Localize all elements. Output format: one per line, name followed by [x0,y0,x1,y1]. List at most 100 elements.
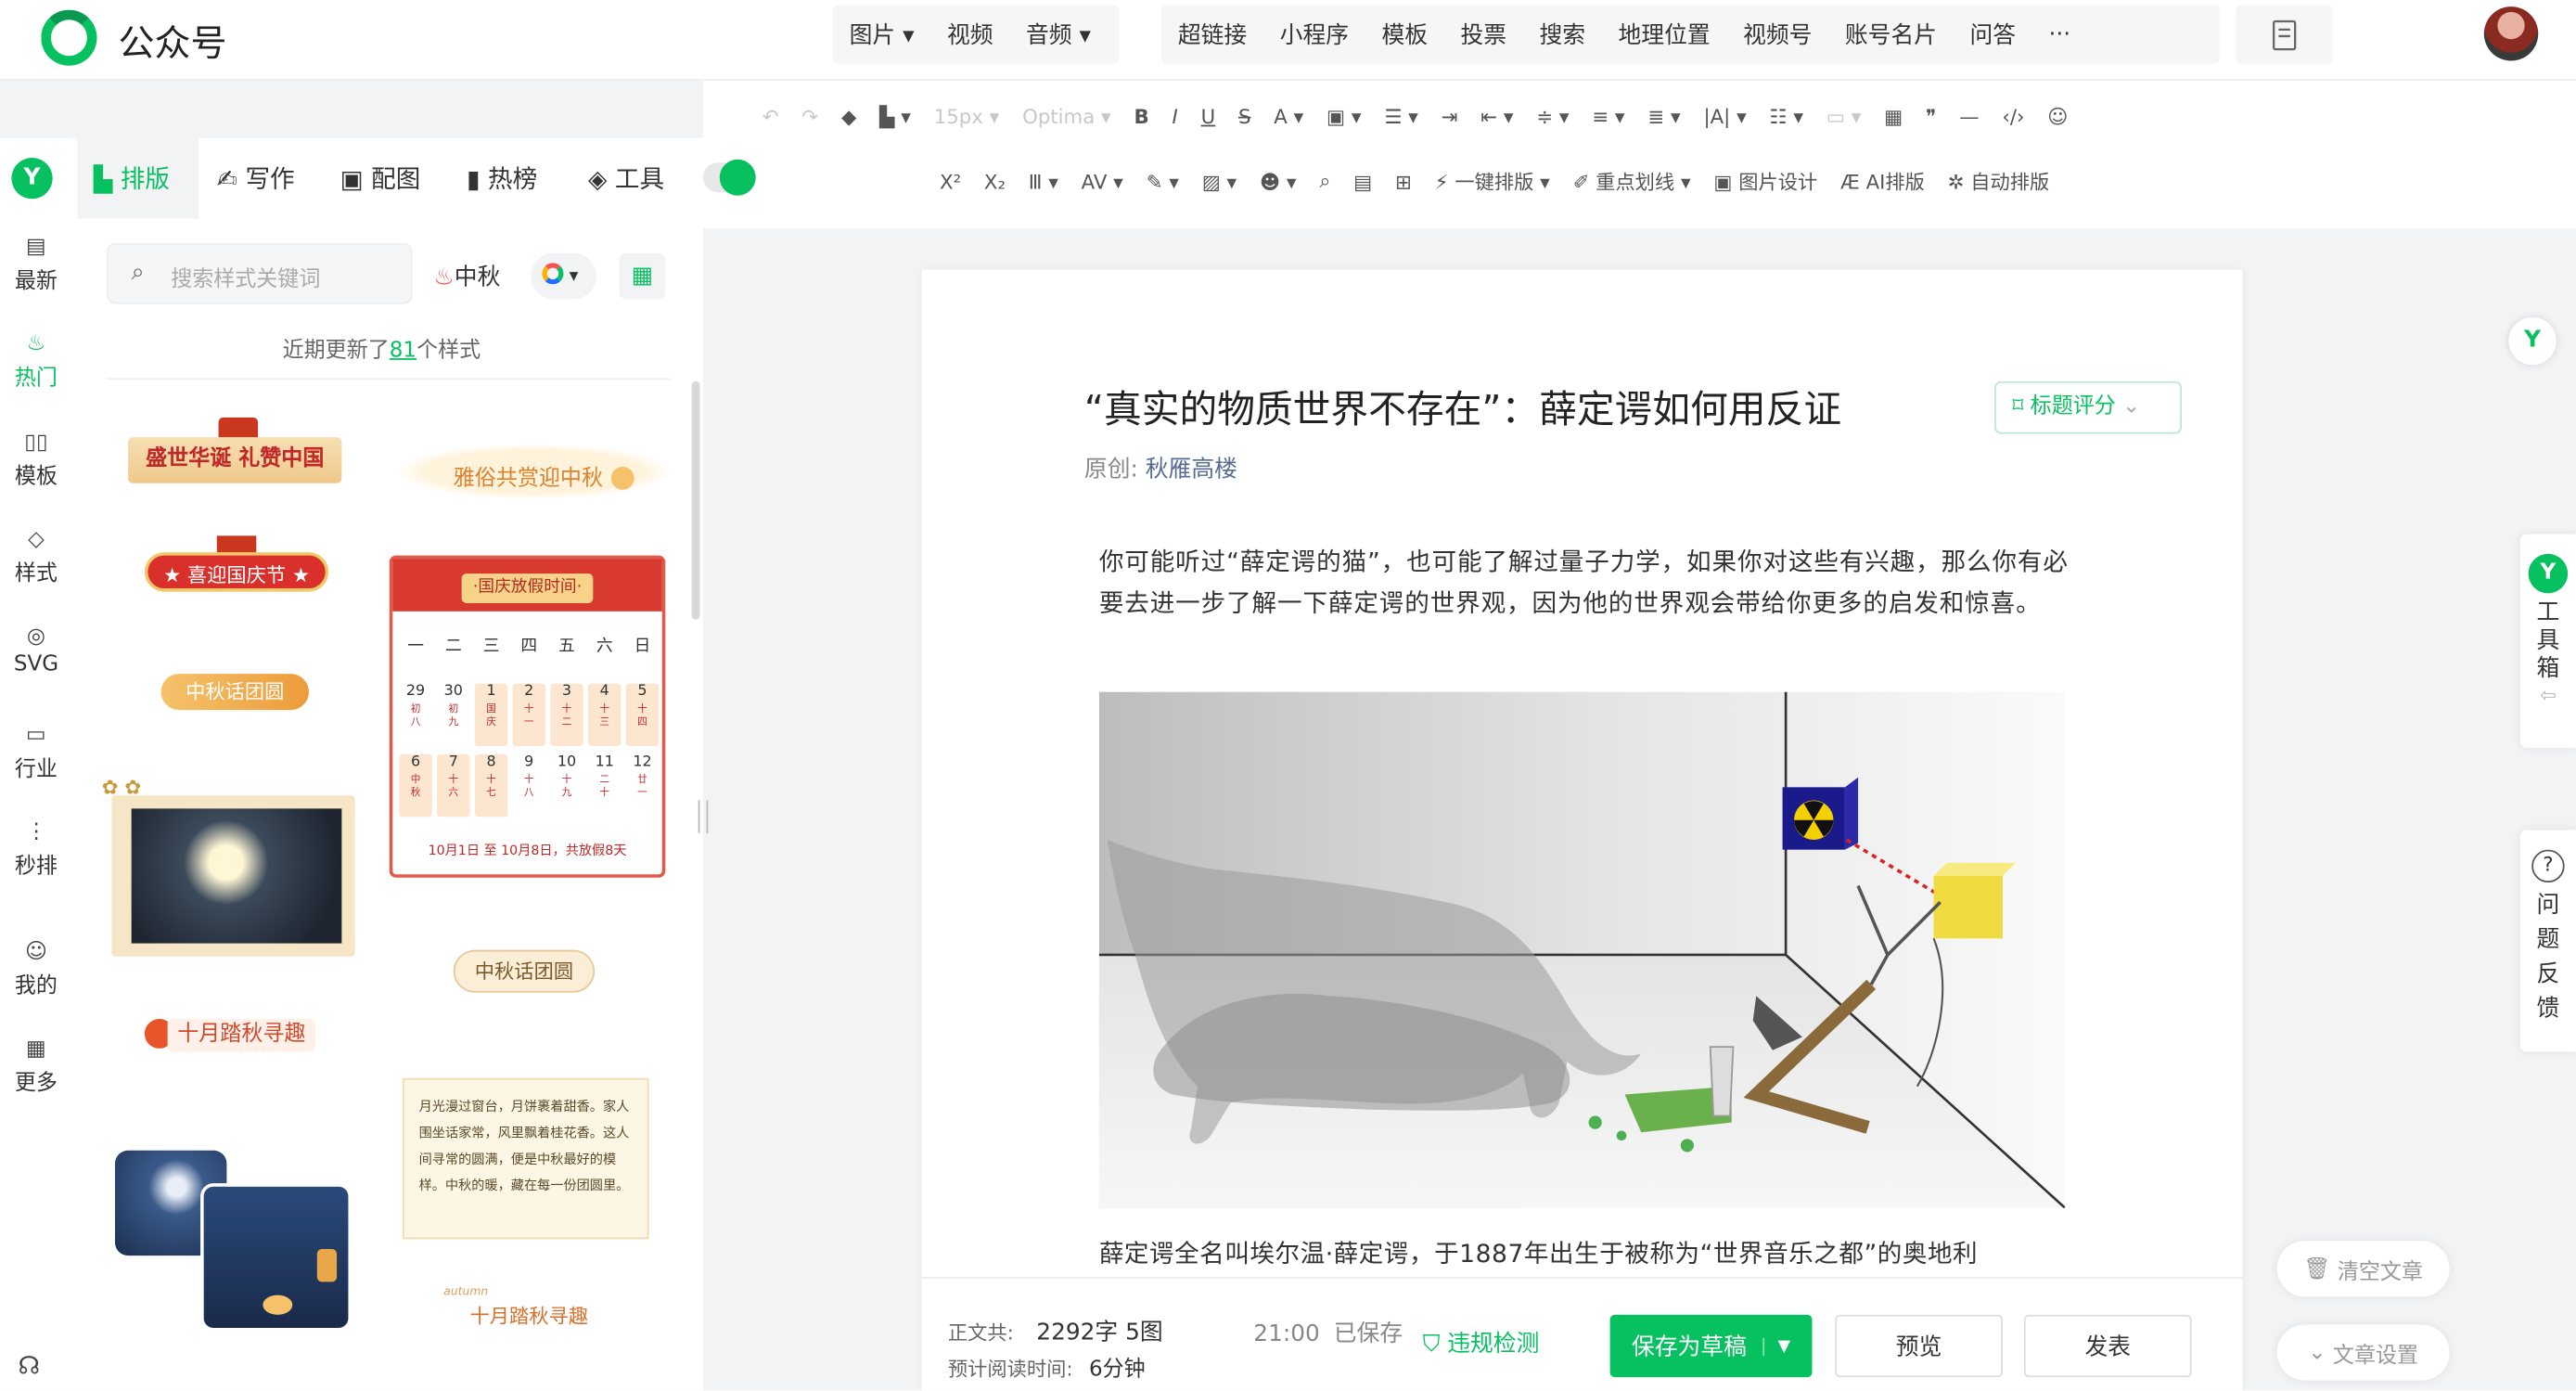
top-tool-0[interactable]: 超链接 [1161,18,1263,50]
nav-item-0[interactable]: ▤ 最新 [0,233,72,294]
image-design-button[interactable]: ▣ 图片设计 [1713,168,1817,196]
style-search-input[interactable]: ⌕ 搜索样式关键词 [107,243,413,304]
style-card-mid-autumn[interactable]: 雅俗共赏迎中秋 [378,420,682,510]
superscript-icon[interactable]: X² [940,170,961,193]
align-icon[interactable]: ☰ ▾ [1384,105,1418,128]
nav-item-4[interactable]: ◎ SVG [0,624,72,677]
image-edit-icon[interactable]: ▨ ▾ [1202,170,1237,193]
top-tool-7[interactable]: 账号名片 [1828,18,1954,50]
top-tool-3[interactable]: 投票 [1444,18,1523,50]
preview-button[interactable]: 预览 [1835,1314,2003,1378]
tab-writing[interactable]: ✍ 写作 [217,161,295,196]
top-tool-4[interactable]: 搜索 [1523,18,1602,50]
code-icon[interactable]: ‹/› [2002,105,2024,128]
nav-item-1[interactable]: ♨ 热门 [0,331,72,392]
top-tool-2[interactable]: 模板 [1365,18,1444,50]
magic-icon[interactable]: ✎ ▾ [1147,170,1179,193]
feedback-float[interactable]: ? 问题反馈 [2519,830,2576,1052]
style-card-autumn[interactable]: 十月踏秋寻趣 [141,1009,322,1058]
highlight-button[interactable]: ✐ 重点划线 ▾ [1573,168,1691,196]
format-brush-icon[interactable]: ◆ [841,105,856,128]
auto-layout-button[interactable]: ✲ 自动排版 [1948,168,2050,196]
nav-item-3[interactable]: ◇ 样式 [0,526,72,586]
style-card-moon-photo[interactable]: ✿ ✿ [102,776,357,960]
author-link[interactable]: 秋雁高楼 [1146,457,1237,483]
text-direction-icon[interactable]: |A| ▾ [1703,105,1746,128]
font-color-icon[interactable]: A ▾ [1274,105,1303,128]
strikethrough-icon[interactable]: S [1238,105,1251,128]
title-score-button[interactable]: ⌑ 标题评分 ⌄ [1994,380,2182,434]
style-card-lantern-photo[interactable] [111,1111,358,1334]
top-tool-6[interactable]: 视频号 [1726,18,1828,50]
article-settings-button[interactable]: ⌄ 文章设置 [2276,1324,2450,1381]
ai-layout-button[interactable]: Æ AI排版 [1840,168,1925,196]
table-icon[interactable]: ▦ [1884,105,1903,128]
style-card-national-day[interactable]: 盛世华诞 礼赞中国 [128,417,342,493]
panel-resize-handle[interactable] [698,800,709,833]
clear-article-button[interactable]: 🗑 清空文章 [2276,1241,2450,1297]
article-paragraph-1[interactable]: 你可能听过“薛定谔的猫”，也可能了解过量子力学，如果你对这些有兴趣，那么你有必要… [1099,542,2085,625]
top-tool-5[interactable]: 地理位置 [1602,18,1727,50]
emoji-icon[interactable]: ☺ [2047,105,2068,128]
grid-view-icon[interactable]: ▦ [619,252,666,300]
style-card-reunion-2[interactable]: 中秋话团圆 [447,940,605,996]
outdent-icon[interactable]: ⇤ ▾ [1480,105,1513,128]
clear-format-icon[interactable]: ▙ ▾ [879,105,911,128]
document-icon[interactable] [2236,5,2333,65]
one-click-layout-button[interactable]: ⚡ 一键排版 ▾ [1435,168,1550,196]
image-menu[interactable]: 图片 ▾ [833,18,930,50]
letter-spacing-icon[interactable]: ≣ ▾ [1647,105,1680,128]
nav-item-6[interactable]: ⋮ 秒排 [0,818,72,879]
undo-icon[interactable]: ↶ [763,105,779,128]
top-tool-1[interactable]: 小程序 [1263,18,1365,50]
tab-trending[interactable]: ▮ 热榜 [467,161,537,196]
list-icon[interactable]: ☷ ▾ [1770,105,1804,128]
save-draft-button[interactable]: 保存为草稿 ▼ [1609,1314,1813,1378]
article-paragraph-2[interactable]: 薛定谔全名叫埃尔温·薛定谔，于1887年出生于被称为“世界音乐之都”的奥地利 [1099,1236,2085,1272]
style-card-reunion[interactable]: 中秋话团圆 [145,667,328,716]
nav-item-5[interactable]: ▭ 行业 [0,721,72,781]
underline-icon[interactable]: U [1201,105,1216,128]
style-card-holiday-calendar[interactable]: ·国庆放假时间· 一二三四五六日 29 初八 30 初九 1 国庆 2 十一 3 十二 4 十三 5 十四… [389,555,666,878]
avatar[interactable] [2483,6,2539,61]
top-tool-9[interactable]: ··· [2032,21,2087,47]
plugin-float-logo-icon[interactable]: Y [2508,316,2557,366]
subscript-icon[interactable]: X₂ [984,170,1006,193]
paragraph-spacing-icon[interactable]: ≡ ▾ [1592,105,1624,128]
schrodinger-cat-illustration[interactable] [1098,691,2067,1209]
text-align-icon[interactable]: Ⅲ ▾ [1029,170,1058,193]
tab-image[interactable]: ▣ 配图 [340,161,421,196]
indent-icon[interactable]: ⇥ [1442,105,1458,128]
nav-item-8[interactable]: ▦ 更多 [0,1036,72,1097]
column-icon[interactable]: ▭ ▾ [1826,105,1862,128]
publish-button[interactable]: 发表 [2023,1314,2192,1378]
tab-tools[interactable]: ◈ 工具 [588,161,664,196]
compliance-check-button[interactable]: ⛉ 违规检测 [1423,1326,1540,1359]
bold-icon[interactable]: B [1134,105,1149,128]
video-menu[interactable]: 视频 [930,18,1009,50]
style-card-celebrate[interactable]: ★ 喜迎国庆节 ★ [144,535,329,601]
line-height-icon[interactable]: ≑ ▾ [1536,105,1569,128]
style-card-text[interactable]: 月光漫过窗台，月饼裹着甜香。家人围坐话家常，风里飘着桂花香。这人间寻常的圆满，便… [390,1062,652,1243]
redo-icon[interactable]: ↷ [801,105,818,128]
tab-layout[interactable]: ▙ 排版 [94,161,170,196]
char-spacing-icon[interactable]: AV ▾ [1082,170,1123,193]
font-size-select[interactable]: 15px ▾ [934,105,1000,128]
nav-item-7[interactable]: ☺ 我的 [0,938,72,999]
background-color-icon[interactable]: ▣ ▾ [1326,105,1362,128]
sticker-icon[interactable]: ☻ ▾ [1260,170,1297,193]
panel-scrollbar[interactable] [691,380,700,620]
toolbox-icon[interactable]: ⊞ [1395,170,1412,193]
quote-icon[interactable]: ❞ [1926,105,1936,128]
audio-menu[interactable]: 音频 ▾ [1009,18,1107,50]
color-filter-button[interactable]: ▾ [531,252,596,300]
article-title[interactable]: “真实的物质世界不存在”：薛定谔如何用反证 [1084,378,1841,433]
italic-icon[interactable]: I [1173,105,1178,128]
find-replace-icon[interactable]: ⌕ [1319,169,1330,194]
hot-tag[interactable]: ♨中秋 [434,260,501,292]
nav-item-2[interactable]: ▯▯ 模板 [0,429,72,489]
divider-icon[interactable]: — [1959,105,1979,128]
top-tool-8[interactable]: 问答 [1954,18,2032,50]
panel-toggle[interactable] [703,159,756,196]
style-card-autumn-2[interactable]: autumn 十月踏秋寻趣 [437,1285,618,1334]
